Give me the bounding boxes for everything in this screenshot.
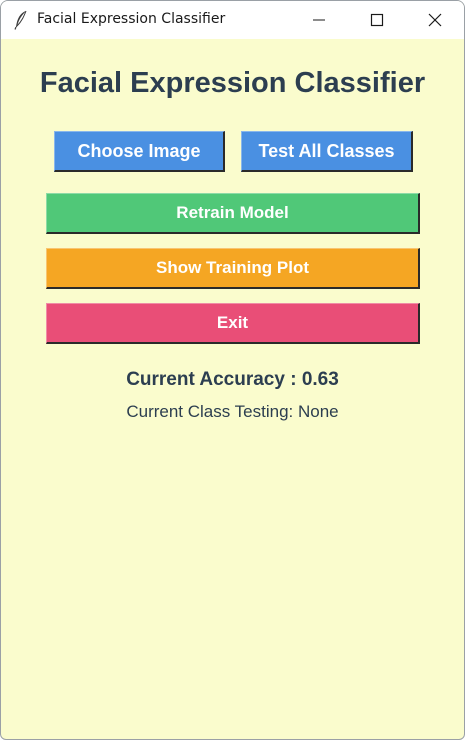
minimize-button[interactable] xyxy=(290,1,348,39)
app-window: Facial Expression Classifier Facial Expr… xyxy=(0,0,465,740)
show-training-plot-button[interactable]: Show Training Plot xyxy=(46,248,420,289)
choose-image-label: Choose Image xyxy=(77,141,201,161)
test-all-classes-button[interactable]: Test All Classes xyxy=(241,131,413,172)
exit-label: Exit xyxy=(216,313,249,332)
show-training-plot-label: Show Training Plot xyxy=(156,258,309,277)
close-button[interactable] xyxy=(406,1,464,39)
close-icon xyxy=(428,13,442,27)
window-title: Facial Expression Classifier xyxy=(37,11,226,27)
page-title: Facial Expression Classifier xyxy=(39,67,426,99)
feather-icon xyxy=(13,10,29,30)
choose-image-button[interactable]: Choose Image xyxy=(54,131,225,172)
minimize-icon xyxy=(313,19,325,21)
maximize-button[interactable] xyxy=(348,1,406,39)
accuracy-status: Current Accuracy : 0.63 xyxy=(126,369,339,390)
maximize-icon xyxy=(370,13,384,27)
class-testing-status: Current Class Testing: None xyxy=(126,402,339,421)
retrain-model-button[interactable]: Retrain Model xyxy=(46,193,420,234)
title-bar[interactable]: Facial Expression Classifier xyxy=(1,1,464,39)
test-all-classes-label: Test All Classes xyxy=(258,141,395,161)
retrain-model-label: Retrain Model xyxy=(176,203,289,222)
exit-button[interactable]: Exit xyxy=(46,303,420,344)
